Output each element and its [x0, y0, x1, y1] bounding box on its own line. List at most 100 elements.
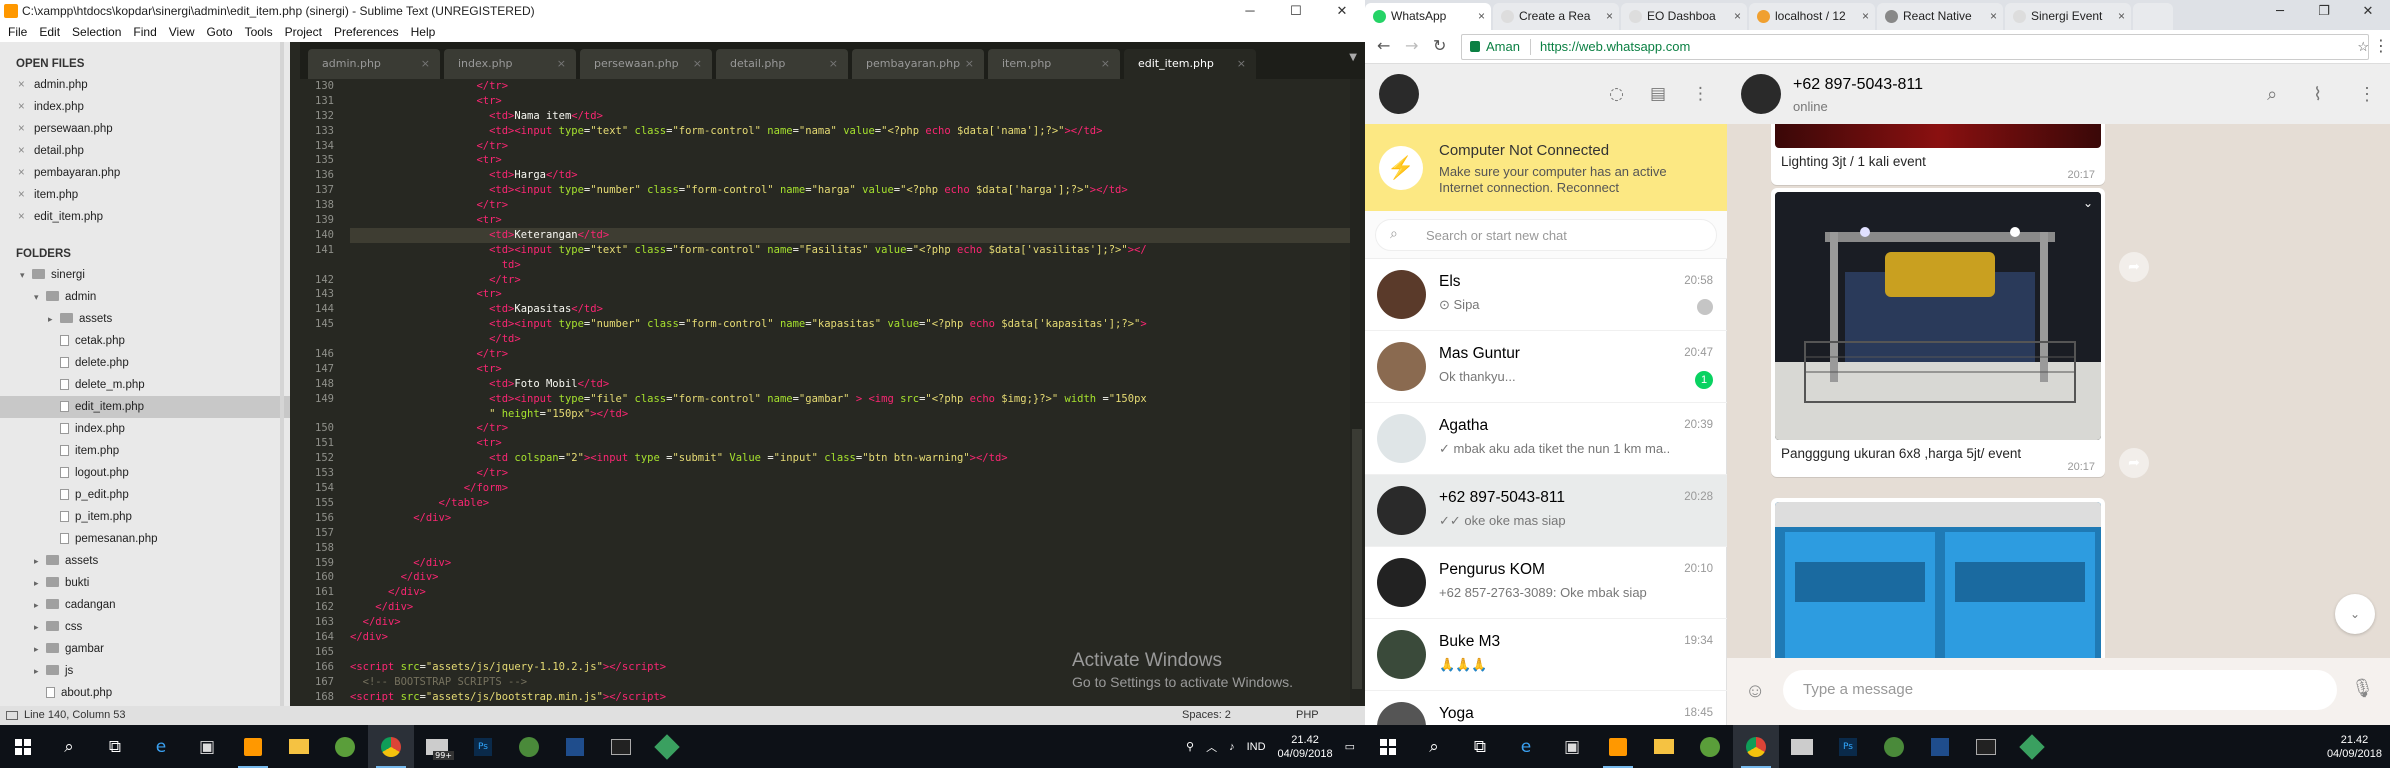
open-file-item[interactable]: × edit_item.php — [0, 206, 290, 228]
new-chat-icon[interactable]: ▤ — [1650, 84, 1666, 104]
message-bubble[interactable]: Lighting 3jt / 1 kali event 20:17 — [1771, 124, 2105, 185]
tree-file[interactable]: delete.php — [0, 352, 290, 374]
tab-close-icon[interactable]: × — [1862, 3, 1869, 30]
browser-tab[interactable]: React Native × — [1877, 3, 2003, 30]
chat-list-item[interactable]: Pengurus KOM 20:10 +62 857-2763-3089: Oke … — [1365, 547, 1727, 619]
chat-list-item[interactable]: Els 20:58 ⊙ Sipa — [1365, 259, 1727, 331]
chrome-menu-icon[interactable]: ⋮ — [2373, 36, 2389, 55]
task-view-icon[interactable]: ⧉ — [1457, 725, 1503, 768]
code-line[interactable]: td> — [350, 258, 1355, 273]
people-icon[interactable]: ⚲ — [1186, 740, 1194, 753]
menu-selection[interactable]: Selection — [72, 22, 121, 42]
code-line[interactable]: <tr> — [350, 436, 1355, 451]
start-button[interactable] — [0, 725, 46, 768]
code-line[interactable]: </div> — [350, 570, 1355, 585]
open-file-item[interactable]: × pembayaran.php — [0, 162, 290, 184]
store-icon[interactable]: ▣ — [184, 725, 230, 768]
code-editor[interactable]: </tr> <tr> <td>Nama item</td> <td><input… — [350, 79, 1355, 706]
scroll-thumb[interactable] — [1352, 429, 1362, 689]
tab-close-icon[interactable]: × — [1101, 49, 1110, 79]
minimize-button[interactable]: ─ — [1227, 0, 1273, 22]
terminal-icon[interactable] — [1963, 725, 2009, 768]
tree-folder[interactable]: ▸ assets — [0, 550, 290, 572]
chrome-task-icon[interactable] — [368, 725, 414, 768]
expand-arrow-icon[interactable]: ▾ — [34, 286, 46, 308]
search-icon[interactable]: ⌕ — [46, 725, 92, 768]
new-tab-button[interactable] — [2133, 3, 2173, 30]
code-line[interactable]: </tr> — [350, 198, 1355, 213]
code-line[interactable]: <tr> — [350, 287, 1355, 302]
tree-folder[interactable]: ▸ assets — [0, 308, 290, 330]
editor-tab[interactable]: index.php × — [444, 49, 576, 79]
message-image[interactable] — [1775, 124, 2101, 148]
open-file-item[interactable]: × admin.php — [0, 74, 290, 96]
browser-tab[interactable]: WhatsApp × — [1365, 3, 1491, 30]
edge-icon[interactable]: e — [1503, 725, 1549, 768]
url-text[interactable]: https://web.whatsapp.com — [1540, 35, 1690, 59]
code-line[interactable]: </form> — [350, 481, 1355, 496]
maximize-button[interactable]: ☐ — [1273, 0, 1319, 22]
close-file-icon[interactable]: × — [18, 162, 25, 184]
editor-tab[interactable]: persewaan.php × — [580, 49, 712, 79]
code-line[interactable]: <tr> — [350, 153, 1355, 168]
search-icon[interactable]: ⌕ — [2267, 84, 2277, 105]
tab-close-icon[interactable]: × — [557, 49, 566, 79]
collapse-arrow-icon[interactable]: ▸ — [34, 572, 46, 594]
editor-tab[interactable]: admin.php × — [308, 49, 440, 79]
code-line[interactable]: <td><input type="text" class="form-contr… — [350, 243, 1355, 258]
chat-list-item[interactable]: +62 897-5043-811 20:28 ✓✓ oke oke mas siap — [1365, 475, 1727, 547]
tab-close-icon[interactable]: × — [1606, 3, 1613, 30]
code-line[interactable]: " height="150px"></td> — [350, 407, 1355, 422]
code-line[interactable]: <tr> — [350, 213, 1355, 228]
search-icon[interactable]: ⌕ — [1411, 725, 1457, 768]
open-file-item[interactable]: × item.php — [0, 184, 290, 206]
sublime-task-icon[interactable] — [1595, 725, 1641, 768]
chrome-maximize-button[interactable]: ❐ — [2302, 0, 2346, 24]
lock-icon[interactable] — [1470, 41, 1480, 52]
close-file-icon[interactable]: × — [18, 206, 25, 228]
open-file-item[interactable]: × detail.php — [0, 140, 290, 162]
menu-help[interactable]: Help — [411, 22, 436, 42]
menu-tools[interactable]: Tools — [245, 22, 273, 42]
tree-file[interactable]: index.php — [0, 418, 290, 440]
tree-file[interactable]: item.php — [0, 440, 290, 462]
message-bubble[interactable]: ⌄ Pangggung ukuran 6x8 ,harga 5jt/ event… — [1771, 188, 2105, 477]
message-image[interactable]: ⌄ — [1775, 192, 2101, 440]
tree-folder[interactable]: ▸ cadangan — [0, 594, 290, 616]
explorer-icon[interactable] — [1641, 725, 1687, 768]
code-line[interactable]: </tr> — [350, 466, 1355, 481]
forward-icon[interactable]: → — [1405, 36, 1418, 55]
code-line[interactable]: <script src="assets/js/bootstrap.min.js"… — [350, 690, 1355, 705]
browser-tab[interactable]: EO Dashboa × — [1621, 3, 1747, 30]
address-bar[interactable]: Aman https://web.whatsapp.com ☆ — [1461, 34, 2369, 60]
tab-close-icon[interactable]: × — [1237, 49, 1246, 79]
status-icon[interactable]: ◌ — [1609, 84, 1624, 104]
collapse-arrow-icon[interactable]: ▸ — [34, 550, 46, 572]
code-line[interactable] — [350, 526, 1355, 541]
code-line[interactable]: <td><input type="number" class="form-con… — [350, 183, 1355, 198]
close-button[interactable]: ✕ — [1319, 0, 1365, 22]
tree-file[interactable]: p_item.php — [0, 506, 290, 528]
tree-file[interactable]: about.php — [0, 682, 290, 704]
chrome-close-button[interactable]: ✕ — [2346, 0, 2390, 24]
code-line[interactable]: </div> — [350, 615, 1355, 630]
powershell-icon[interactable] — [1917, 725, 1963, 768]
edge-icon[interactable]: e — [138, 725, 184, 768]
scroll-down-icon[interactable]: ⌄ — [2335, 594, 2375, 634]
message-image[interactable] — [1775, 502, 2101, 658]
start-button[interactable] — [1365, 725, 1411, 768]
bookmark-star-icon[interactable]: ☆ — [2357, 35, 2369, 59]
tree-file[interactable]: edit_item.php — [0, 396, 290, 418]
back-icon[interactable]: ← — [1377, 36, 1390, 55]
tab-dropdown-icon[interactable]: ▼ — [1349, 52, 1357, 63]
code-line[interactable]: </table> — [350, 496, 1355, 511]
my-avatar[interactable] — [1379, 74, 1419, 114]
menu-icon[interactable]: ⋮ — [1692, 84, 1709, 104]
terminal-icon[interactable] — [598, 725, 644, 768]
chat-list-item[interactable]: Mas Guntur 20:47 Ok thankyu... 1 — [1365, 331, 1727, 403]
code-line[interactable]: <td>Keterangan</td> — [350, 227, 1355, 243]
browser-tab[interactable]: localhost / 12 × — [1749, 3, 1875, 30]
message-menu-icon[interactable]: ⌄ — [2083, 196, 2093, 210]
code-line[interactable]: <td>Nama item</td> — [350, 109, 1355, 124]
tree-folder[interactable]: ▸ css — [0, 616, 290, 638]
